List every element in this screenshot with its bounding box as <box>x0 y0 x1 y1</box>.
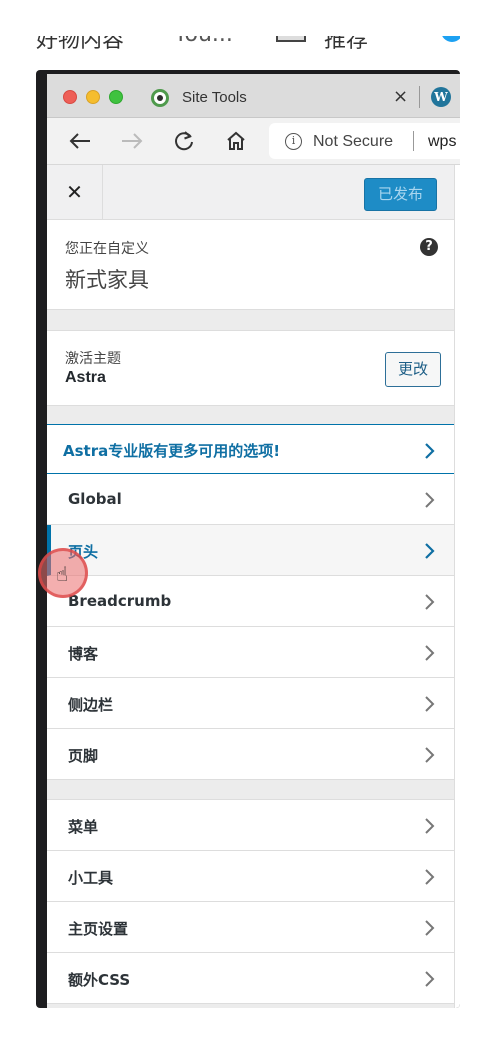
section-label: 菜单 <box>68 818 99 836</box>
chevron-right-icon <box>424 695 436 713</box>
publish-button[interactable]: 已发布 <box>364 178 437 211</box>
section-label: 页脚 <box>68 747 99 765</box>
twitter-icon <box>441 36 460 42</box>
astra-pro-promo-link[interactable]: Astra专业版有更多可用的选项! <box>47 424 454 474</box>
section-widgets[interactable]: 小工具 <box>47 851 454 902</box>
home-button[interactable] <box>221 126 251 156</box>
window-minimize-button[interactable] <box>86 90 100 104</box>
section-label: 小工具 <box>68 869 114 887</box>
background-text-right: 推荐 <box>324 36 369 53</box>
customizing-info: 您正在自定义 新式家具 ? <box>47 220 454 310</box>
section-sidebar[interactable]: 侧边栏 <box>47 678 454 729</box>
chevron-right-icon <box>424 746 436 764</box>
active-theme-label: 激活主题 <box>65 351 121 367</box>
browser-content: Site Tools × W i Not Secure wps ✕ 已发布 您正… <box>47 74 460 1008</box>
section-footer[interactable]: 页脚 <box>47 729 454 780</box>
back-button[interactable] <box>65 126 95 156</box>
chevron-right-icon <box>424 593 436 611</box>
theme-name: Astra <box>65 369 106 386</box>
arrow-right-icon <box>122 133 143 149</box>
background-text-left: 好物内容 <box>36 36 125 53</box>
section-breadcrumb[interactable]: Breadcrumb <box>47 576 454 627</box>
tab-bar: Site Tools × W <box>47 74 460 118</box>
customizer-sections: Global 页头 Breadcrumb 博客 侧边栏 页脚 菜单 小工具 主页… <box>47 474 454 1004</box>
section-label: 主页设置 <box>68 920 129 938</box>
navigation-bar: i Not Secure wps <box>47 118 460 165</box>
promo-text: Astra专业版有更多可用的选项! <box>63 442 281 460</box>
address-bar[interactable]: i Not Secure wps <box>269 123 460 159</box>
close-customizer-button[interactable]: ✕ <box>47 165 103 219</box>
window-close-button[interactable] <box>63 90 77 104</box>
background-text-mid: You... <box>174 36 233 47</box>
site-favicon-icon <box>151 89 169 107</box>
chevron-right-icon <box>424 491 436 509</box>
tab-divider <box>419 86 420 108</box>
chevron-right-icon <box>424 644 436 662</box>
section-label: 额外CSS <box>68 971 131 989</box>
section-global[interactable]: Global <box>47 474 454 525</box>
chevron-right-icon <box>424 542 436 560</box>
background-strip: 好物内容 You... 推荐 <box>36 36 460 70</box>
section-label: 页头 <box>68 543 99 561</box>
site-title: 新式家具 <box>65 268 149 292</box>
tab-close-icon[interactable]: × <box>393 86 408 107</box>
url-divider <box>413 131 414 151</box>
section-label: Global <box>68 490 122 508</box>
section-blog[interactable]: 博客 <box>47 627 454 678</box>
customizer-panel: ✕ 已发布 您正在自定义 新式家具 ? 激活主题 Astra 更改 Astra专… <box>47 165 455 1008</box>
chevron-right-icon <box>424 868 436 886</box>
section-label: 博客 <box>68 645 99 663</box>
section-divider <box>47 780 454 800</box>
customizing-label: 您正在自定义 <box>65 241 149 257</box>
customizer-header: ✕ 已发布 <box>47 165 454 220</box>
wordpress-tab-icon[interactable]: W <box>431 87 451 107</box>
chevron-right-icon <box>424 919 436 937</box>
section-homepage-settings[interactable]: 主页设置 <box>47 902 454 953</box>
section-label: 侧边栏 <box>68 696 114 714</box>
section-additional-css[interactable]: 额外CSS <box>47 953 454 1004</box>
section-label: Breadcrumb <box>68 592 172 610</box>
change-theme-button[interactable]: 更改 <box>385 352 441 387</box>
active-theme-section: 激活主题 Astra 更改 <box>47 330 454 406</box>
home-icon <box>227 131 245 150</box>
tab-title[interactable]: Site Tools <box>182 89 247 106</box>
browser-window: Site Tools × W i Not Secure wps ✕ 已发布 您正… <box>36 70 460 1008</box>
reload-icon <box>175 131 193 151</box>
forward-button[interactable] <box>117 126 147 156</box>
window-zoom-button[interactable] <box>109 90 123 104</box>
url-text[interactable]: wps <box>428 133 456 151</box>
chevron-right-icon <box>424 442 436 460</box>
arrow-left-icon <box>69 133 90 149</box>
security-label: Not Secure <box>313 133 394 150</box>
reload-button[interactable] <box>169 126 199 156</box>
background-box-icon <box>276 36 306 42</box>
info-icon[interactable]: i <box>285 133 302 150</box>
section-menus[interactable]: 菜单 <box>47 800 454 851</box>
chevron-right-icon <box>424 970 436 988</box>
section-header[interactable]: 页头 <box>47 525 454 576</box>
chevron-right-icon <box>424 817 436 835</box>
help-icon[interactable]: ? <box>420 238 438 256</box>
